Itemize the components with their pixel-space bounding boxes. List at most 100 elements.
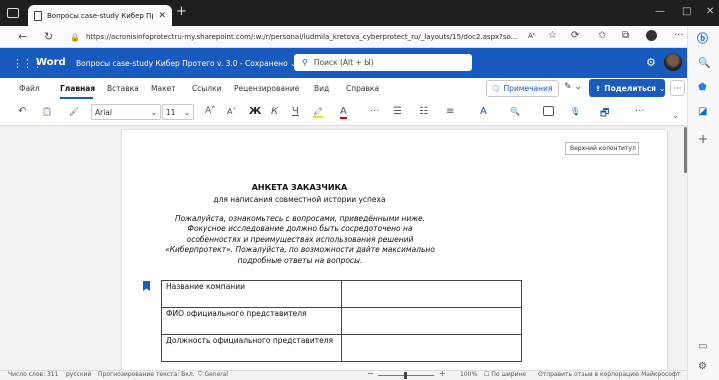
search-placeholder: Поиск (Alt + Ы): [313, 58, 374, 67]
document-subheading: для написания совместной истории успеха: [213, 195, 386, 204]
sidebar-layout-icon[interactable]: ▭: [698, 341, 707, 352]
collections-icon[interactable]: ⧉: [622, 30, 629, 41]
browser-tab[interactable]: Вопросы case-study Кибер Прот ✕: [28, 5, 172, 26]
zoom-in-button[interactable]: +: [439, 369, 446, 378]
refresh-icon[interactable]: ↻: [44, 30, 53, 43]
font-size-select[interactable]: 11 ⌄: [162, 104, 194, 120]
active-tab-indicator: [60, 97, 93, 99]
styles-icon[interactable]: A: [480, 106, 487, 117]
zoom-out-button[interactable]: −: [367, 369, 374, 378]
add-sidebar-icon[interactable]: +: [698, 132, 708, 146]
favorite-icon[interactable]: ☆: [548, 30, 557, 41]
word-count[interactable]: Число слов: 311: [8, 371, 58, 378]
designer-icon[interactable]: 🗗: [600, 106, 609, 123]
underline-icon[interactable]: Ч: [292, 106, 299, 117]
format-painter-icon[interactable]: 🖌: [69, 107, 79, 116]
font-family-value: Arial: [95, 107, 112, 117]
share-button[interactable]: ⇪ Поделиться ⌄: [589, 79, 665, 97]
tab-references[interactable]: Ссылки: [192, 84, 221, 93]
shrink-font-icon[interactable]: A˅: [227, 107, 236, 116]
checkbox-icon: ☐: [484, 371, 490, 378]
more-font-icon[interactable]: ···: [370, 106, 380, 117]
read-aloud-icon[interactable]: Aʰ: [528, 32, 536, 40]
tab-help[interactable]: Справка: [346, 84, 379, 93]
refresh-page-icon[interactable]: ⟳: [571, 30, 579, 41]
shopping-icon[interactable]: ⬟: [698, 82, 707, 93]
font-color-icon[interactable]: A: [340, 106, 347, 119]
outlook-icon[interactable]: ◪: [698, 106, 707, 117]
url-text: https://acronisinfoprotectru-my.sharepoi…: [85, 33, 518, 41]
settings-icon[interactable]: ⚙: [646, 56, 656, 69]
more-options-button[interactable]: ···: [670, 80, 685, 96]
zoom-level[interactable]: 100%: [460, 371, 477, 378]
grow-font-icon[interactable]: A˄: [205, 106, 216, 116]
fit-width-toggle[interactable]: ☐ По ширине: [484, 371, 526, 378]
font-size-value: 11: [166, 107, 176, 117]
bing-icon[interactable]: ⓑ: [697, 30, 708, 46]
text-prediction[interactable]: Прогнозирование текста: Вкл.: [98, 371, 195, 378]
dictate-icon[interactable]: 🎙: [570, 107, 580, 116]
highlight-icon[interactable]: 🖍: [313, 107, 324, 118]
table-cell-answer[interactable]: [341, 334, 522, 362]
bullets-icon[interactable]: ☰: [393, 106, 402, 117]
sensitivity-icon[interactable]: [543, 106, 554, 116]
language[interactable]: русский: [66, 371, 91, 378]
table-cell[interactable]: ФИО официального представителя: [161, 307, 342, 335]
chevron-down-icon: ⌄: [150, 107, 157, 117]
ribbon-more-icon[interactable]: ···: [635, 106, 645, 117]
find-icon[interactable]: 🔍: [510, 107, 520, 116]
search-sidebar-icon[interactable]: 🔍: [698, 58, 710, 69]
table-row: Должность официального представителя: [161, 334, 522, 362]
maximize-button[interactable]: □: [682, 6, 691, 17]
feedback-link[interactable]: Отправить отзыв в корпорацию Майкрософт: [538, 371, 681, 378]
document-heading: АНКЕТА ЗАКАЗЧИКА: [251, 183, 348, 192]
tab-insert[interactable]: Вставка: [107, 84, 139, 93]
table-cell-answer[interactable]: [341, 307, 522, 335]
tab-view[interactable]: Вид: [314, 84, 329, 93]
browser-menu-icon[interactable]: ···: [674, 30, 684, 41]
comment-icon: 🗨: [491, 84, 501, 93]
undo-icon[interactable]: ↶: [18, 106, 26, 117]
header-tooltip: Верхний колонтитул: [565, 142, 639, 155]
chevron-down-icon: ⌄: [183, 107, 190, 117]
intro-paragraph: Пожалуйста, ознакомьтесь с вопросами, пр…: [165, 214, 435, 265]
italic-icon[interactable]: К: [271, 106, 278, 117]
back-icon[interactable]: ←: [18, 30, 27, 43]
table-cell[interactable]: Название компании: [161, 280, 342, 308]
bold-icon[interactable]: Ж: [249, 106, 261, 117]
ribbon-collapse-icon[interactable]: ⌄: [672, 111, 679, 120]
avatar[interactable]: [664, 53, 682, 71]
document-icon: [34, 10, 42, 21]
table-cell[interactable]: Должность официального представителя: [161, 334, 342, 362]
vertical-scrollbar[interactable]: [684, 127, 687, 173]
document-title[interactable]: Вопросы case-study Кибер Протего v. 3.0 …: [76, 59, 296, 68]
profile-icon[interactable]: [646, 30, 657, 41]
url-field[interactable]: 🔒 https://acronisinfoprotectru-my.sharep…: [64, 29, 544, 45]
new-tab-button[interactable]: +: [176, 5, 187, 18]
ribbon-tabs: [0, 78, 687, 100]
lock-icon: 🔒: [70, 32, 80, 42]
tab-layout[interactable]: Макет: [151, 84, 176, 93]
search-icon: ⚲: [302, 58, 308, 67]
chevron-down-icon: ⌄: [574, 82, 582, 92]
favorites-icon[interactable]: ✩: [598, 30, 606, 41]
window-menu-icon[interactable]: [7, 8, 19, 18]
paste-icon[interactable]: 📋: [42, 107, 52, 116]
tab-file[interactable]: Файл: [19, 84, 40, 93]
sensitivity-label[interactable]: ⛉ General: [198, 371, 228, 379]
tab-close-icon[interactable]: ✕: [158, 11, 166, 21]
tab-home[interactable]: Главная: [60, 84, 95, 93]
font-family-select[interactable]: Arial ⌄: [91, 104, 161, 120]
minimize-button[interactable]: —: [655, 6, 665, 17]
tab-review[interactable]: Рецензирование: [234, 84, 299, 93]
app-name[interactable]: Word: [36, 57, 66, 68]
search-box[interactable]: ⚲ Поиск (Alt + Ы): [294, 54, 472, 71]
numbering-icon[interactable]: ☷: [419, 106, 428, 117]
editing-mode-button[interactable]: ✎ ⌄: [564, 82, 582, 92]
comments-button[interactable]: 🗨 Примечания: [486, 80, 559, 97]
align-icon[interactable]: ≡: [446, 106, 454, 117]
table-cell-answer[interactable]: [341, 280, 522, 308]
zoom-slider-handle[interactable]: [404, 372, 407, 379]
close-window-button[interactable]: ✕: [706, 6, 714, 17]
sidebar-settings-icon[interactable]: ⚙: [698, 361, 707, 372]
